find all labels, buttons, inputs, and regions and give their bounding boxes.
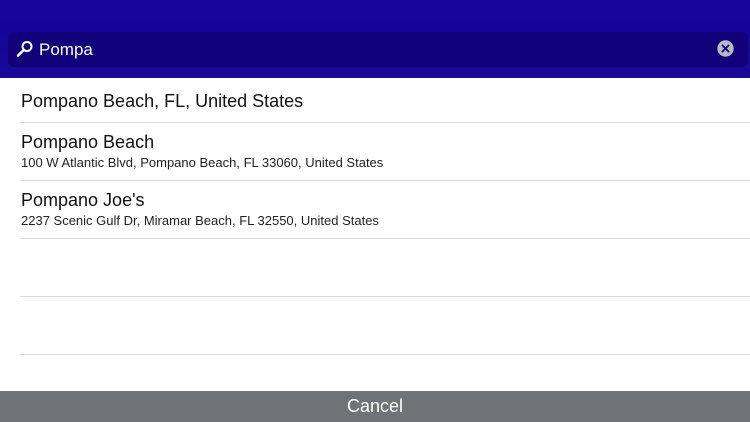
result-item[interactable]: Pompano Beach 100 W Atlantic Blvd, Pompa… <box>20 123 750 181</box>
result-title: Pompano Beach, FL, United States <box>21 91 304 111</box>
cancel-button[interactable]: Cancel <box>0 391 750 422</box>
place-search-screen: Pompa Pompano Beach, FL, United States P… <box>0 0 750 422</box>
result-item[interactable]: Pompano Joe's 2237 Scenic Gulf Dr, Miram… <box>20 181 750 239</box>
result-title: Pompano Beach <box>21 132 155 152</box>
empty-row <box>20 239 750 297</box>
results-list: Pompano Beach, FL, United States Pompano… <box>0 78 750 391</box>
clear-icon[interactable] <box>717 40 734 57</box>
result-address: 2237 Scenic Gulf Dr, Miramar Beach, FL 3… <box>21 213 379 228</box>
search-input[interactable]: Pompa <box>39 32 679 67</box>
search-field[interactable]: Pompa <box>8 32 748 67</box>
result-item[interactable]: Pompano Beach, FL, United States <box>20 78 750 123</box>
result-title: Pompano Joe's <box>21 190 145 210</box>
search-header: Pompa <box>0 0 750 78</box>
empty-row <box>20 297 750 355</box>
result-address: 100 W Atlantic Blvd, Pompano Beach, FL 3… <box>21 155 384 170</box>
search-icon <box>16 41 33 57</box>
